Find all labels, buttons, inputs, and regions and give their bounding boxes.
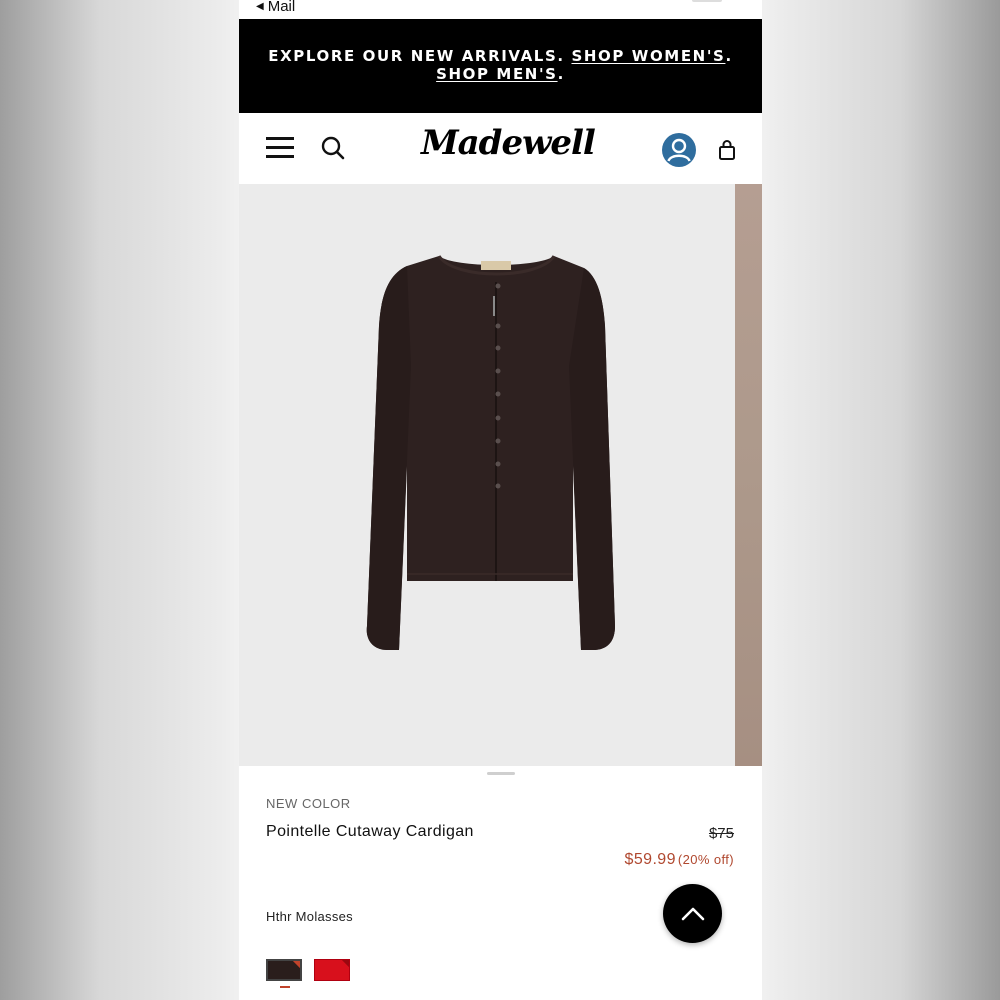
promo-period: . [725, 47, 733, 65]
phone-screen: ◀ Mail EXPLORE OUR NEW ARRIVALS. SHOP WO… [239, 0, 762, 1000]
promo-lead-text: EXPLORE OUR NEW ARRIVALS. [268, 47, 565, 65]
search-icon[interactable] [320, 135, 346, 161]
status-indicator [692, 0, 722, 2]
back-arrow-icon: ◀ [256, 1, 264, 12]
sale-price-row: $59.99 (20% off) [625, 851, 734, 869]
sale-price: $59.99 [624, 851, 676, 868]
drag-handle[interactable] [487, 772, 515, 775]
back-to-mail-link[interactable]: ◀ Mail [256, 0, 295, 15]
promo-banner: EXPLORE OUR NEW ARRIVALS. SHOP WOMEN'S. … [239, 19, 762, 113]
cardigan-image [366, 255, 615, 650]
madewell-logo[interactable]: Madewell [421, 123, 596, 169]
promo-line-1: EXPLORE OUR NEW ARRIVALS. SHOP WOMEN'S. [239, 47, 762, 65]
product-image-gallery[interactable] [239, 184, 762, 766]
next-image-peek[interactable] [735, 184, 762, 766]
site-header: Madewell [239, 113, 762, 184]
swatch-hthr-molasses[interactable] [266, 959, 302, 981]
menu-icon[interactable] [266, 137, 294, 159]
product-name: Pointelle Cutaway Cardigan [266, 823, 474, 840]
swatch-selected-indicator [280, 986, 290, 988]
back-label: Mail [267, 0, 296, 15]
chevron-up-icon [681, 907, 704, 920]
discount-text: (20% off) [677, 852, 734, 867]
new-color-badge: NEW COLOR [266, 796, 351, 811]
shop-womens-link[interactable]: SHOP WOMEN'S [571, 47, 725, 65]
bag-icon[interactable] [718, 140, 736, 160]
promo-period: . [557, 65, 565, 83]
product-details-panel: NEW COLOR Pointelle Cutaway Cardigan $75… [239, 766, 762, 1000]
promo-line-2: SHOP MEN'S. [239, 65, 762, 83]
account-icon[interactable] [662, 133, 696, 167]
status-bar: ◀ Mail [239, 0, 762, 19]
original-price: $75 [708, 825, 734, 842]
swatch-red[interactable] [314, 959, 350, 981]
product-image[interactable] [239, 184, 735, 766]
scroll-to-top-button[interactable] [663, 884, 722, 943]
selected-color-name: Hthr Molasses [266, 909, 353, 924]
shop-mens-link[interactable]: SHOP MEN'S [436, 65, 557, 83]
